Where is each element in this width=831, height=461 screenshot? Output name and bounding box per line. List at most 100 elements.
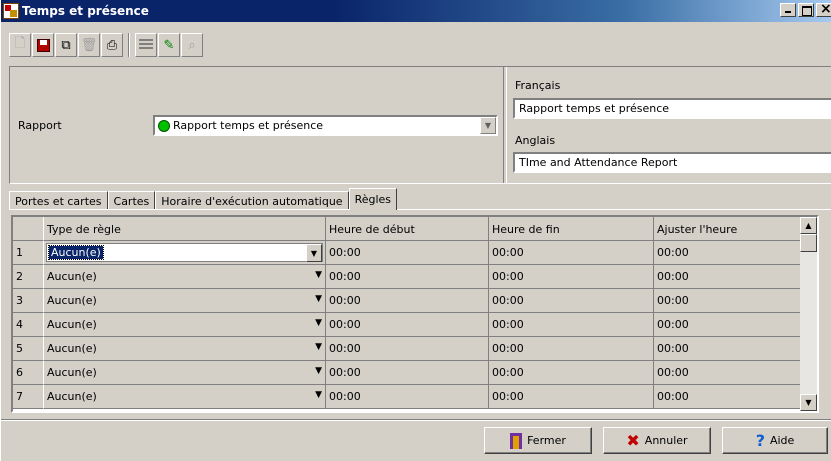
arrow-up-icon: ▲: [805, 221, 812, 230]
dropdown-arrow-icon[interactable]: ▼: [315, 318, 322, 328]
new-icon: 🗋: [14, 36, 26, 51]
rule-type-value: Aucun(e): [47, 390, 97, 403]
app-icon: [3, 3, 19, 19]
scroll-down-button[interactable]: ▼: [800, 394, 817, 411]
rule-type-cell[interactable]: Aucun(e) ▼: [44, 289, 326, 313]
status-dot-icon: [158, 119, 170, 132]
cancel-button[interactable]: ✖ Annuler: [603, 427, 711, 454]
adjust-time-cell[interactable]: 00:00: [654, 265, 817, 289]
rule-type-cell[interactable]: Aucun(e) ▼: [44, 313, 326, 337]
start-time-cell[interactable]: 00:00: [326, 241, 489, 265]
column-header[interactable]: Heure de fin: [489, 217, 654, 241]
dropdown-arrow-icon[interactable]: ▼: [315, 342, 322, 352]
close-button[interactable]: Fermer: [484, 427, 592, 454]
end-time-cell[interactable]: 00:00: [489, 337, 654, 361]
french-name-field[interactable]: Rapport temps et présence: [513, 98, 831, 119]
adjust-time-cell[interactable]: 00:00: [654, 361, 817, 385]
dropdown-arrow-icon[interactable]: ▼: [315, 390, 322, 400]
table-row: 2 Aucun(e) ▼ 00:00 00:00 00:00: [13, 265, 817, 289]
scroll-up-button[interactable]: ▲: [800, 217, 817, 234]
end-time-cell[interactable]: 00:00: [489, 313, 654, 337]
new-button[interactable]: 🗋: [9, 33, 31, 57]
dropdown-arrow-icon[interactable]: ▼: [315, 294, 322, 304]
adjust-time-cell[interactable]: 00:00: [654, 241, 817, 265]
row-number: 2: [13, 265, 44, 289]
print-button[interactable]: ⎙: [101, 33, 123, 57]
end-time-cell[interactable]: 00:00: [489, 385, 654, 409]
rule-type-cell[interactable]: Aucun(e) ▼: [44, 385, 326, 409]
english-label: Anglais: [515, 134, 556, 147]
door-icon: [510, 432, 523, 449]
column-header: [13, 217, 44, 241]
dropdown-arrow-icon[interactable]: ▼: [315, 270, 322, 280]
row-number: 5: [13, 337, 44, 361]
tab-cartes[interactable]: Cartes: [107, 191, 156, 210]
cancel-x-icon: ✖: [626, 431, 640, 450]
minimize-button[interactable]: [780, 3, 796, 17]
end-time-cell[interactable]: 00:00: [489, 361, 654, 385]
rule-type-value: Aucun(e): [47, 270, 97, 283]
copy-icon: ⧉: [61, 37, 71, 53]
rule-type-value: Aucun(e): [47, 366, 97, 379]
rule-type-cell[interactable]: Aucun(e) ▼: [44, 265, 326, 289]
vertical-scrollbar[interactable]: ▲ ▼: [800, 217, 817, 411]
rule-type-value: Aucun(e): [47, 342, 97, 355]
find-button[interactable]: ⌕: [181, 33, 203, 57]
help-button[interactable]: ? Aide: [722, 427, 828, 454]
rule-type-cell[interactable]: Aucun(e) ▼: [44, 361, 326, 385]
copy-button[interactable]: ⧉: [55, 33, 77, 57]
rule-type-value: Aucun(e): [47, 318, 97, 331]
maximize-button[interactable]: [798, 3, 814, 17]
row-number: 7: [13, 385, 44, 409]
close-window-button[interactable]: [816, 1, 831, 17]
column-header[interactable]: Ajuster l'heure: [654, 217, 817, 241]
rule-type-cell[interactable]: Aucun(e) ▼: [44, 337, 326, 361]
rapport-selected-value: Rapport temps et présence: [173, 119, 324, 132]
start-time-cell[interactable]: 00:00: [326, 361, 489, 385]
main-window: Temps et présence 🗋 ⧉ 🗑 ⎙ ✎ ⌕ Rapport Ra…: [0, 0, 831, 461]
adjust-time-cell[interactable]: 00:00: [654, 313, 817, 337]
start-time-cell[interactable]: 00:00: [326, 289, 489, 313]
rule-type-cell[interactable]: Aucun(e) ▼: [44, 241, 326, 265]
table-row: 6 Aucun(e) ▼ 00:00 00:00 00:00: [13, 361, 817, 385]
row-number: 1: [13, 241, 44, 265]
arrow-down-icon: ▼: [805, 398, 812, 407]
tab-regles[interactable]: Règles: [348, 188, 398, 210]
rule-type-select[interactable]: Aucun(e) ▼: [46, 243, 323, 262]
english-name-field[interactable]: TIme and Attendance Report: [513, 152, 831, 173]
link-button[interactable]: ✎: [158, 33, 180, 57]
rule-type-value: Aucun(e): [47, 294, 97, 307]
end-time-cell[interactable]: 00:00: [489, 265, 654, 289]
dropdown-arrow-icon[interactable]: ▼: [315, 366, 322, 376]
table-row: 7 Aucun(e) ▼ 00:00 00:00 00:00: [13, 385, 817, 409]
end-time-cell[interactable]: 00:00: [489, 289, 654, 313]
end-time-cell[interactable]: 00:00: [489, 241, 654, 265]
table-row: 3 Aucun(e) ▼ 00:00 00:00 00:00: [13, 289, 817, 313]
start-time-cell[interactable]: 00:00: [326, 265, 489, 289]
footer-divider: [1, 419, 831, 421]
chevron-down-icon[interactable]: ▼: [306, 244, 322, 262]
start-time-cell[interactable]: 00:00: [326, 385, 489, 409]
rapport-select[interactable]: Rapport temps et présence ▼: [153, 115, 498, 136]
save-button[interactable]: [32, 33, 54, 57]
start-time-cell[interactable]: 00:00: [326, 313, 489, 337]
adjust-time-cell[interactable]: 00:00: [654, 337, 817, 361]
tab-horaire[interactable]: Horaire d'exécution automatique: [155, 191, 349, 210]
tab-divider: [9, 209, 831, 210]
row-number: 3: [13, 289, 44, 313]
column-header[interactable]: Type de règle: [44, 217, 326, 241]
table-row: 1 Aucun(e) ▼ 00:00 00:00 00:00: [13, 241, 817, 265]
adjust-time-cell[interactable]: 00:00: [654, 385, 817, 409]
print-icon: ⎙: [106, 37, 118, 53]
adjust-time-cell[interactable]: 00:00: [654, 289, 817, 313]
tab-portes-et-cartes[interactable]: Portes et cartes: [9, 191, 108, 210]
french-label: Français: [515, 79, 561, 92]
rule-type-value: Aucun(e): [48, 245, 104, 260]
chevron-down-icon[interactable]: ▼: [480, 117, 496, 134]
scroll-thumb[interactable]: [800, 234, 817, 252]
title-bar[interactable]: Temps et présence: [1, 0, 831, 22]
list-button[interactable]: [135, 33, 157, 57]
start-time-cell[interactable]: 00:00: [326, 337, 489, 361]
delete-button[interactable]: 🗑: [78, 33, 100, 57]
column-header[interactable]: Heure de début: [326, 217, 489, 241]
